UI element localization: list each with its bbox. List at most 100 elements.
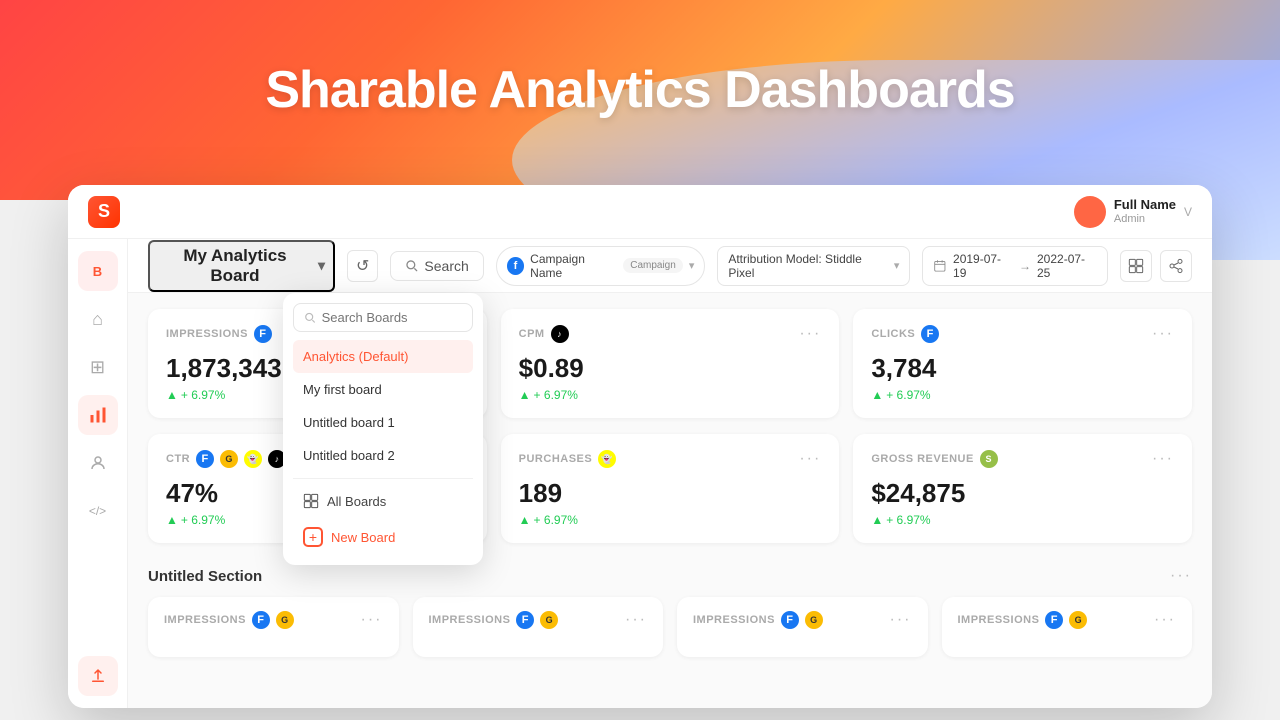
card-menu-button[interactable]: ··· — [799, 325, 821, 343]
trend-up-icon: ▲ — [871, 388, 883, 402]
card-label: IMPRESSIONS f G — [693, 611, 823, 629]
top-bar: S Full Name Admin V — [68, 185, 1212, 239]
metric-change: ▲ + 6.97% — [871, 513, 1174, 527]
ga-icon: G — [540, 611, 558, 629]
card-menu-button[interactable]: ··· — [1154, 611, 1176, 629]
search-button[interactable]: Search — [390, 251, 483, 281]
card-header: IMPRESSIONS f G ··· — [958, 611, 1177, 629]
top-bar-right: Full Name Admin V — [1074, 196, 1192, 228]
fb-icon: f — [254, 325, 272, 343]
fb-icon: f — [252, 611, 270, 629]
card-header: PURCHASES 👻 ··· — [519, 450, 822, 468]
trend-up-icon: ▲ — [166, 388, 178, 402]
metric-card-cpm: CPM ♪ ··· $0.89 ▲ + 6.97% — [501, 309, 840, 418]
card-label: GROSS REVENUE S — [871, 450, 997, 468]
metric-value: 3,784 — [871, 353, 1174, 384]
card-label: IMPRESSIONS f G — [958, 611, 1088, 629]
trend-up-icon: ▲ — [519, 388, 531, 402]
bottom-cards-grid: IMPRESSIONS f G ··· IMPRESSIONS f — [148, 597, 1192, 657]
section-title: Untitled Section — [148, 568, 262, 585]
layout-button[interactable] — [1120, 250, 1152, 282]
content-area: B ⌂ ⊞ </> My An — [68, 239, 1212, 708]
metric-change: ▲ + 6.97% — [519, 388, 822, 402]
new-board-button[interactable]: + New Board — [293, 519, 473, 555]
card-label: PURCHASES 👻 — [519, 450, 617, 468]
facebook-icon: f — [507, 257, 524, 275]
date-arrow-icon: → — [1019, 259, 1031, 273]
metric-value: 189 — [519, 478, 822, 509]
trend-up-icon: ▲ — [166, 513, 178, 527]
main-panel: My Analytics Board ▾ ↺ Search f Campaign… — [128, 239, 1212, 708]
ga-icon: G — [276, 611, 294, 629]
tiktok-icon: ♪ — [551, 325, 569, 343]
sidebar-item-upload[interactable] — [78, 656, 118, 696]
card-header: GROSS REVENUE S ··· — [871, 450, 1174, 468]
card-menu-button[interactable]: ··· — [625, 611, 647, 629]
search-label: Search — [424, 258, 468, 274]
board-search-field[interactable] — [293, 303, 473, 332]
bottom-card-1: IMPRESSIONS f G ··· — [413, 597, 664, 657]
ga-icon: G — [220, 450, 238, 468]
fb-icon: f — [516, 611, 534, 629]
fb-icon: f — [1045, 611, 1063, 629]
share-button[interactable] — [1160, 250, 1192, 282]
dropdown-item-untitled-1[interactable]: Untitled board 1 — [293, 406, 473, 439]
card-header: IMPRESSIONS f G ··· — [429, 611, 648, 629]
logo-icon: S — [88, 196, 120, 228]
card-menu-button[interactable]: ··· — [799, 450, 821, 468]
bottom-card-2: IMPRESSIONS f G ··· — [677, 597, 928, 657]
ga-icon: G — [1069, 611, 1087, 629]
attribution-button[interactable]: Attribution Model: Stiddle Pixel ▾ — [717, 246, 910, 286]
sidebar-item-analytics[interactable] — [78, 395, 118, 435]
trend-up-icon: ▲ — [871, 513, 883, 527]
all-boards-button[interactable]: All Boards — [293, 485, 473, 517]
metric-change: ▲ + 6.97% — [519, 513, 822, 527]
card-label: IMPRESSIONS f G — [164, 611, 294, 629]
snap-icon: 👻 — [598, 450, 616, 468]
board-title-button[interactable]: My Analytics Board ▾ — [148, 240, 335, 292]
card-header: IMPRESSIONS f G ··· — [164, 611, 383, 629]
metric-value: $24,875 — [871, 478, 1174, 509]
sidebar-item-grid[interactable]: ⊞ — [78, 347, 118, 387]
metric-value: $0.89 — [519, 353, 822, 384]
sidebar-item-home[interactable]: ⌂ — [78, 299, 118, 339]
chevron-down-icon: ▾ — [318, 257, 325, 274]
ga-icon: G — [805, 611, 823, 629]
card-label: CTR f G 👻 ♪ — [166, 450, 286, 468]
section-menu-button[interactable]: ··· — [1170, 567, 1192, 585]
card-menu-button[interactable]: ··· — [1152, 325, 1174, 343]
card-header: CLICKS f ··· — [871, 325, 1174, 343]
attribution-label: Attribution Model: Stiddle Pixel — [728, 252, 887, 280]
date-range-button[interactable]: 2019-07-19 → 2022-07-25 — [922, 246, 1108, 286]
card-menu-button[interactable]: ··· — [1152, 450, 1174, 468]
all-boards-label: All Boards — [327, 494, 386, 509]
new-board-label: New Board — [331, 530, 395, 545]
card-header: IMPRESSIONS f G ··· — [693, 611, 912, 629]
bottom-card-3: IMPRESSIONS f G ··· — [942, 597, 1193, 657]
fb-icon: f — [921, 325, 939, 343]
attribution-chevron-icon: ▾ — [894, 259, 900, 272]
dropdown-item-analytics[interactable]: Analytics (Default) — [293, 340, 473, 373]
campaign-name: Campaign Name — [530, 252, 617, 280]
dropdown-item-untitled-2[interactable]: Untitled board 2 — [293, 439, 473, 472]
user-dropdown-icon[interactable]: V — [1184, 205, 1192, 219]
sidebar-item-b[interactable]: B — [78, 251, 118, 291]
metric-card-revenue: GROSS REVENUE S ··· $24,875 ▲ + 6.97% — [853, 434, 1192, 543]
toolbar: My Analytics Board ▾ ↺ Search f Campaign… — [128, 239, 1212, 293]
refresh-button[interactable]: ↺ — [347, 250, 378, 282]
sidebar-item-code[interactable]: </> — [78, 491, 118, 531]
board-search-input[interactable] — [322, 310, 462, 325]
sidebar: B ⌂ ⊞ </> — [68, 239, 128, 708]
campaign-chevron-icon: ▾ — [689, 259, 695, 272]
sidebar-item-users[interactable] — [78, 443, 118, 483]
card-menu-button[interactable]: ··· — [890, 611, 912, 629]
date-to: 2022-07-25 — [1037, 252, 1097, 280]
campaign-filter-button[interactable]: f Campaign Name Campaign ▾ — [496, 246, 706, 286]
fb-icon: f — [781, 611, 799, 629]
dropdown-item-my-first-board[interactable]: My first board — [293, 373, 473, 406]
card-menu-button[interactable]: ··· — [361, 611, 383, 629]
card-label: CPM ♪ — [519, 325, 569, 343]
user-info: Full Name Admin — [1114, 197, 1176, 226]
new-board-plus-icon: + — [303, 527, 323, 547]
dropdown-footer: All Boards + New Board — [293, 485, 473, 555]
